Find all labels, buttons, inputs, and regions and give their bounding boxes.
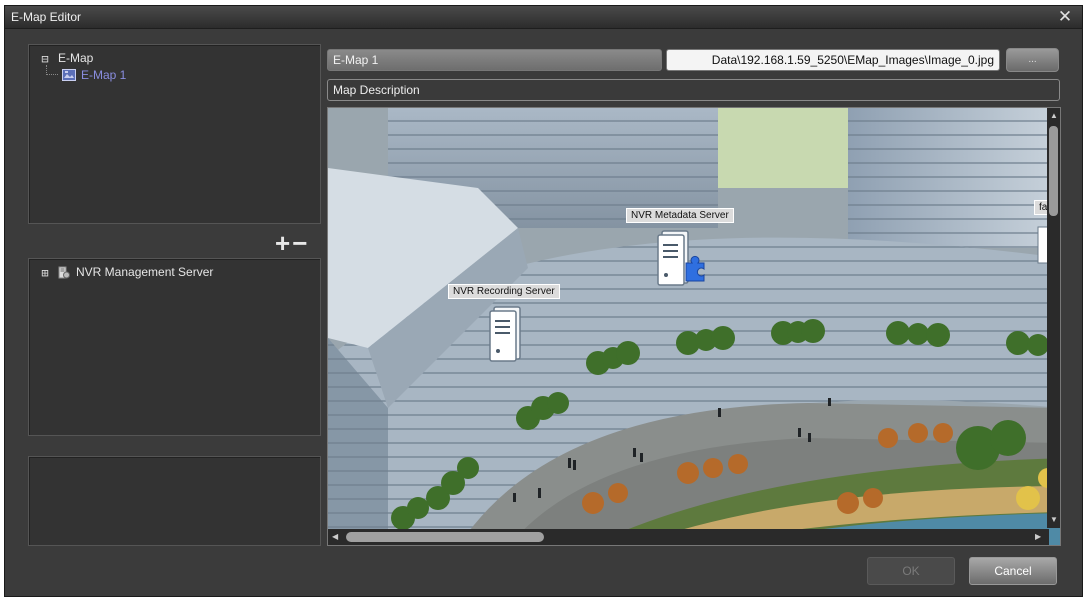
ok-button[interactable]: OK: [867, 557, 955, 585]
server-group-icon: [58, 266, 70, 279]
marker-nvr-recording-server[interactable]: NVR Recording Server: [448, 284, 560, 366]
scroll-down-icon[interactable]: ▼: [1050, 514, 1058, 526]
vertical-scroll-thumb[interactable]: [1049, 126, 1058, 216]
cancel-button[interactable]: Cancel: [969, 557, 1057, 585]
map-image-path-field[interactable]: Data\192.168.1.59_5250\EMap_Images\Image…: [666, 49, 1000, 71]
server-tree-panel: ⊞ NVR Management Server: [28, 258, 321, 436]
add-map-button[interactable]: +: [275, 230, 290, 256]
tree-item-emap[interactable]: ⊟ E-Map: [39, 51, 93, 65]
server-icon: [1034, 225, 1053, 268]
map-canvas[interactable]: NVR Metadata Server NVR Recording Server: [327, 107, 1061, 546]
marker-label: NVR Metadata Server: [626, 208, 734, 223]
scroll-up-icon[interactable]: ▲: [1050, 110, 1058, 122]
expand-icon[interactable]: ⊞: [39, 267, 51, 279]
title-bar[interactable]: E-Map Editor ✕: [5, 6, 1082, 29]
tree-item-emap-label: E-Map: [58, 51, 94, 65]
properties-panel: [28, 456, 321, 546]
close-button[interactable]: ✕: [1056, 7, 1074, 27]
metadata-server-icon: [656, 229, 712, 290]
marker-label: NVR Recording Server: [448, 284, 560, 299]
tree-item-nvr-management-server-label: NVR Management Server: [76, 265, 214, 279]
horizontal-scrollbar[interactable]: ◀ ▶: [328, 529, 1049, 545]
collapse-icon[interactable]: ⊟: [39, 53, 51, 65]
map-background-image: [328, 108, 1060, 545]
browse-button[interactable]: ...: [1006, 48, 1059, 72]
scroll-left-icon[interactable]: ◀: [332, 531, 338, 543]
map-name-field[interactable]: E-Map 1: [327, 49, 662, 71]
marker-nvr-metadata-server[interactable]: NVR Metadata Server: [626, 208, 734, 290]
tree-item-emap-1-label: E-Map 1: [81, 68, 127, 82]
tree-connector: [46, 65, 58, 75]
recording-server-icon: [484, 305, 524, 366]
horizontal-scroll-thumb[interactable]: [346, 532, 544, 542]
emap-tree-panel: ⊟ E-Map E-Map 1: [28, 44, 321, 224]
scroll-right-icon[interactable]: ▶: [1035, 531, 1041, 543]
map-icon: [62, 68, 76, 82]
map-description-field[interactable]: Map Description: [327, 79, 1060, 101]
emap-editor-dialog: E-Map Editor ✕ ⊟ E-Map E-Map 1 + − ⊞ NVR…: [4, 5, 1083, 597]
vertical-scrollbar[interactable]: ▲ ▼: [1047, 108, 1060, 528]
tree-toolbar: + −: [275, 230, 307, 256]
tree-item-nvr-management-server[interactable]: ⊞ NVR Management Server: [39, 265, 213, 279]
tree-item-emap-1[interactable]: E-Map 1: [62, 68, 126, 82]
window-title: E-Map Editor: [11, 10, 82, 24]
remove-map-button[interactable]: −: [292, 230, 307, 256]
